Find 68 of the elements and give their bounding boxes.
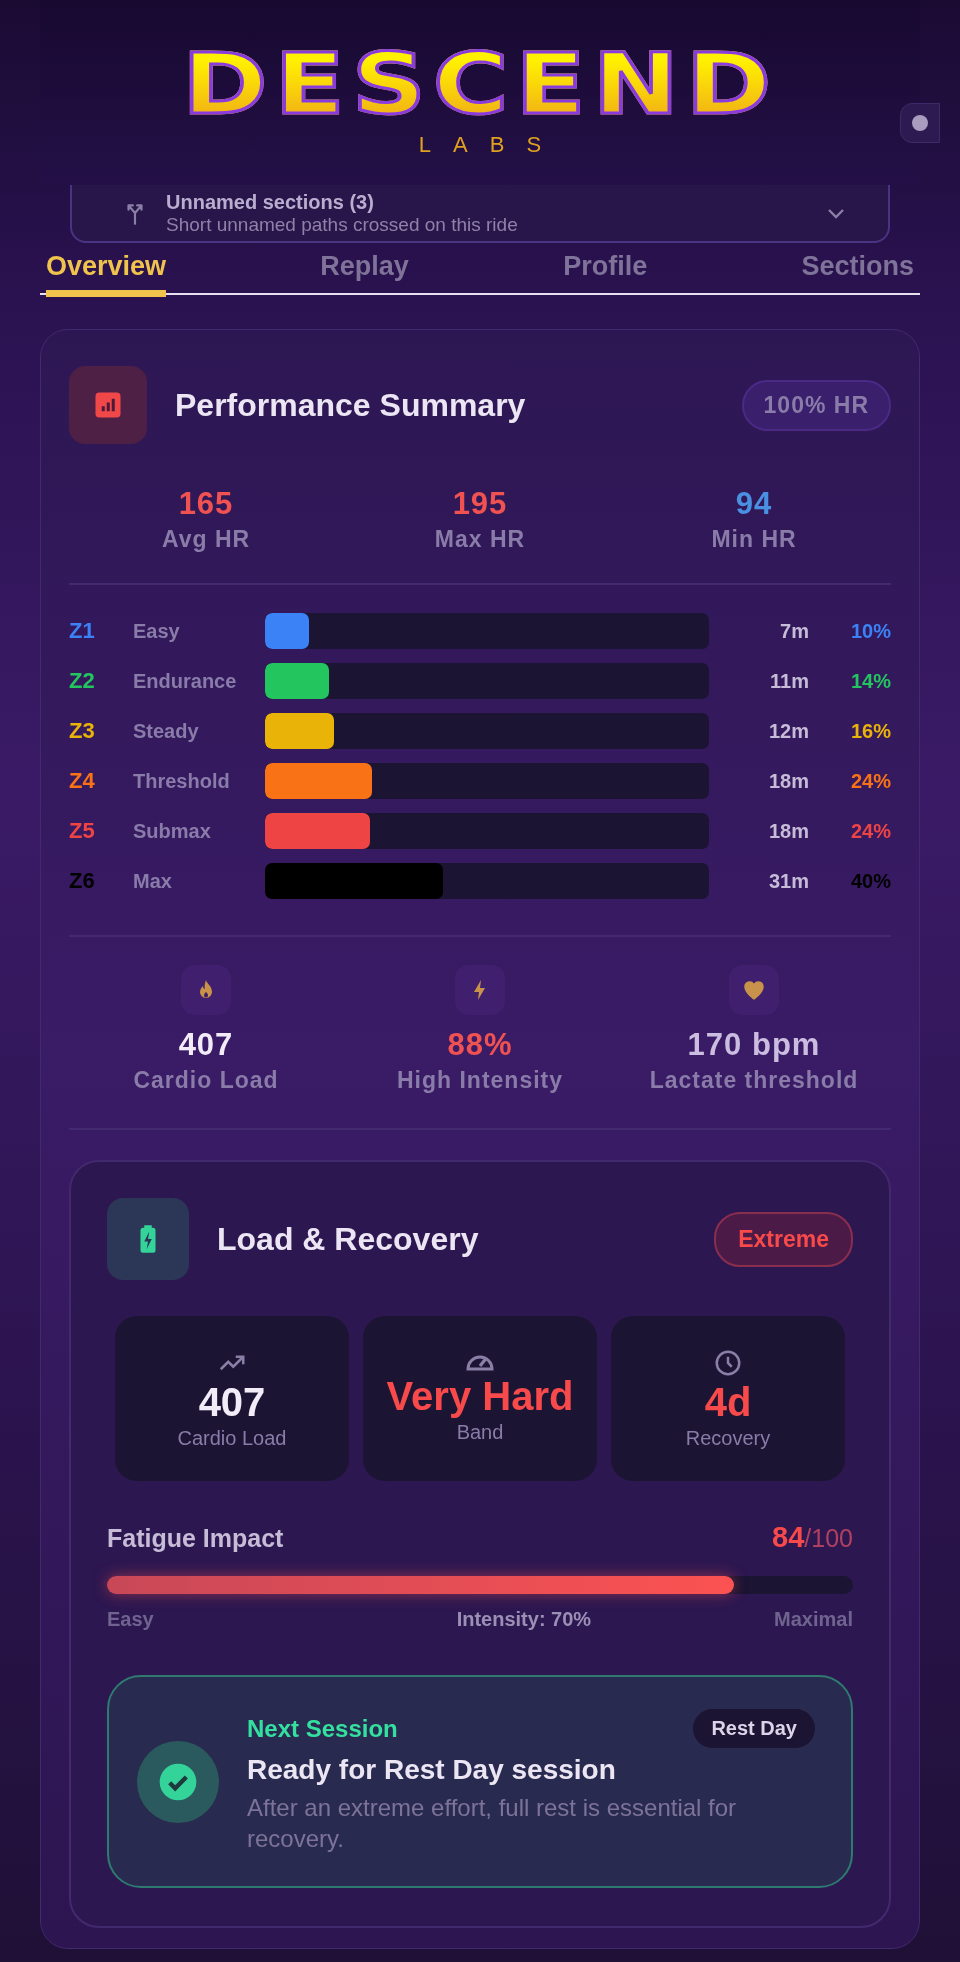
- zone-code: Z1: [69, 618, 96, 644]
- battery-icon: [107, 1198, 189, 1280]
- scale-label: Easy: [107, 1608, 154, 1631]
- zone-percent: 40%: [849, 869, 891, 893]
- fatigue-max: /100: [804, 1524, 853, 1552]
- session-title: Ready for Rest Day session: [247, 1754, 617, 1786]
- stat-value: 94: [735, 486, 773, 522]
- tile-label: Cardio Load: [177, 1426, 287, 1450]
- tile-value: 407: [198, 1379, 266, 1425]
- stat-label: Max HR: [434, 526, 526, 553]
- zone-time: 18m: [767, 769, 809, 793]
- zone-name: Endurance: [133, 669, 238, 693]
- side-handle[interactable]: [900, 103, 940, 143]
- metric-value: 407: [178, 1027, 234, 1063]
- session-description: After an extreme effort, full rest is essential for recovery.: [247, 1793, 738, 1855]
- logo-tagline: LABS: [417, 131, 564, 158]
- zone-percent: 24%: [849, 769, 891, 793]
- zone-percent: 24%: [849, 819, 891, 843]
- fatigue-label: Fatigue Impact: [107, 1524, 284, 1553]
- tile-value: Very Hard: [386, 1373, 574, 1419]
- next-session-label: Next Session: [247, 1714, 398, 1743]
- section-title: Load & Recovery: [217, 1220, 480, 1258]
- metric-value: 170 bpm: [687, 1027, 821, 1063]
- chart-icon: [69, 366, 147, 444]
- zone-time: 12m: [767, 719, 809, 743]
- tab[interactable]: Overview: [46, 249, 167, 297]
- zone-name: Submax: [133, 819, 212, 843]
- sections-title: Unnamed sections (3): [166, 190, 375, 214]
- tab[interactable]: Replay: [320, 249, 409, 297]
- zone-name: Easy: [133, 619, 181, 643]
- scale-label: Maximal: [774, 1608, 853, 1631]
- section-title: Performance Summary: [175, 386, 527, 424]
- hr-badge: 100% HR: [741, 379, 891, 431]
- zone-percent: 14%: [849, 669, 891, 693]
- gauge-icon: [465, 1353, 495, 1372]
- zone-percent: 10%: [849, 619, 891, 643]
- intensity-badge: Extreme: [714, 1211, 853, 1267]
- tile-label: Band: [456, 1420, 504, 1444]
- zone-code: Z4: [69, 768, 96, 794]
- fatigue-score: 84: [772, 1521, 805, 1553]
- tab[interactable]: Profile: [563, 249, 648, 297]
- stat-value: 195: [452, 486, 508, 522]
- metric-value: 88%: [447, 1027, 513, 1063]
- zone-code: Z5: [69, 818, 96, 844]
- zone-time: 18m: [767, 819, 809, 843]
- tile-value: 4d: [704, 1379, 752, 1425]
- sections-subtitle: Short unnamed paths crossed on this ride: [166, 213, 519, 236]
- tab[interactable]: Sections: [801, 249, 914, 297]
- zone-name: Max: [133, 869, 173, 893]
- metric-label: High Intensity: [396, 1067, 564, 1094]
- zone-code: Z6: [69, 868, 96, 894]
- stat-label: Min HR: [711, 526, 797, 553]
- session-tag: Rest Day: [693, 1709, 815, 1748]
- sections-card[interactable]: Unnamed sections (3) Short unnamed paths crossed on this ride: [70, 185, 890, 243]
- zone-name: Steady: [133, 719, 200, 743]
- zone-time: 7m: [779, 619, 809, 643]
- zone-percent: 16%: [849, 719, 891, 743]
- zone-name: Threshold: [133, 769, 231, 793]
- zone-code: Z2: [69, 668, 96, 694]
- intensity-label: Intensity: 70%: [456, 1608, 592, 1631]
- tile-label: Recovery: [685, 1426, 771, 1450]
- zone-code: Z3: [69, 718, 96, 744]
- zone-time: 11m: [769, 669, 809, 693]
- stat-value: 165: [178, 486, 234, 522]
- stat-label: Avg HR: [161, 526, 251, 553]
- zone-time: 31m: [767, 869, 809, 893]
- metric-label: Cardio Load: [133, 1067, 279, 1094]
- metric-label: Lactate threshold: [649, 1067, 859, 1094]
